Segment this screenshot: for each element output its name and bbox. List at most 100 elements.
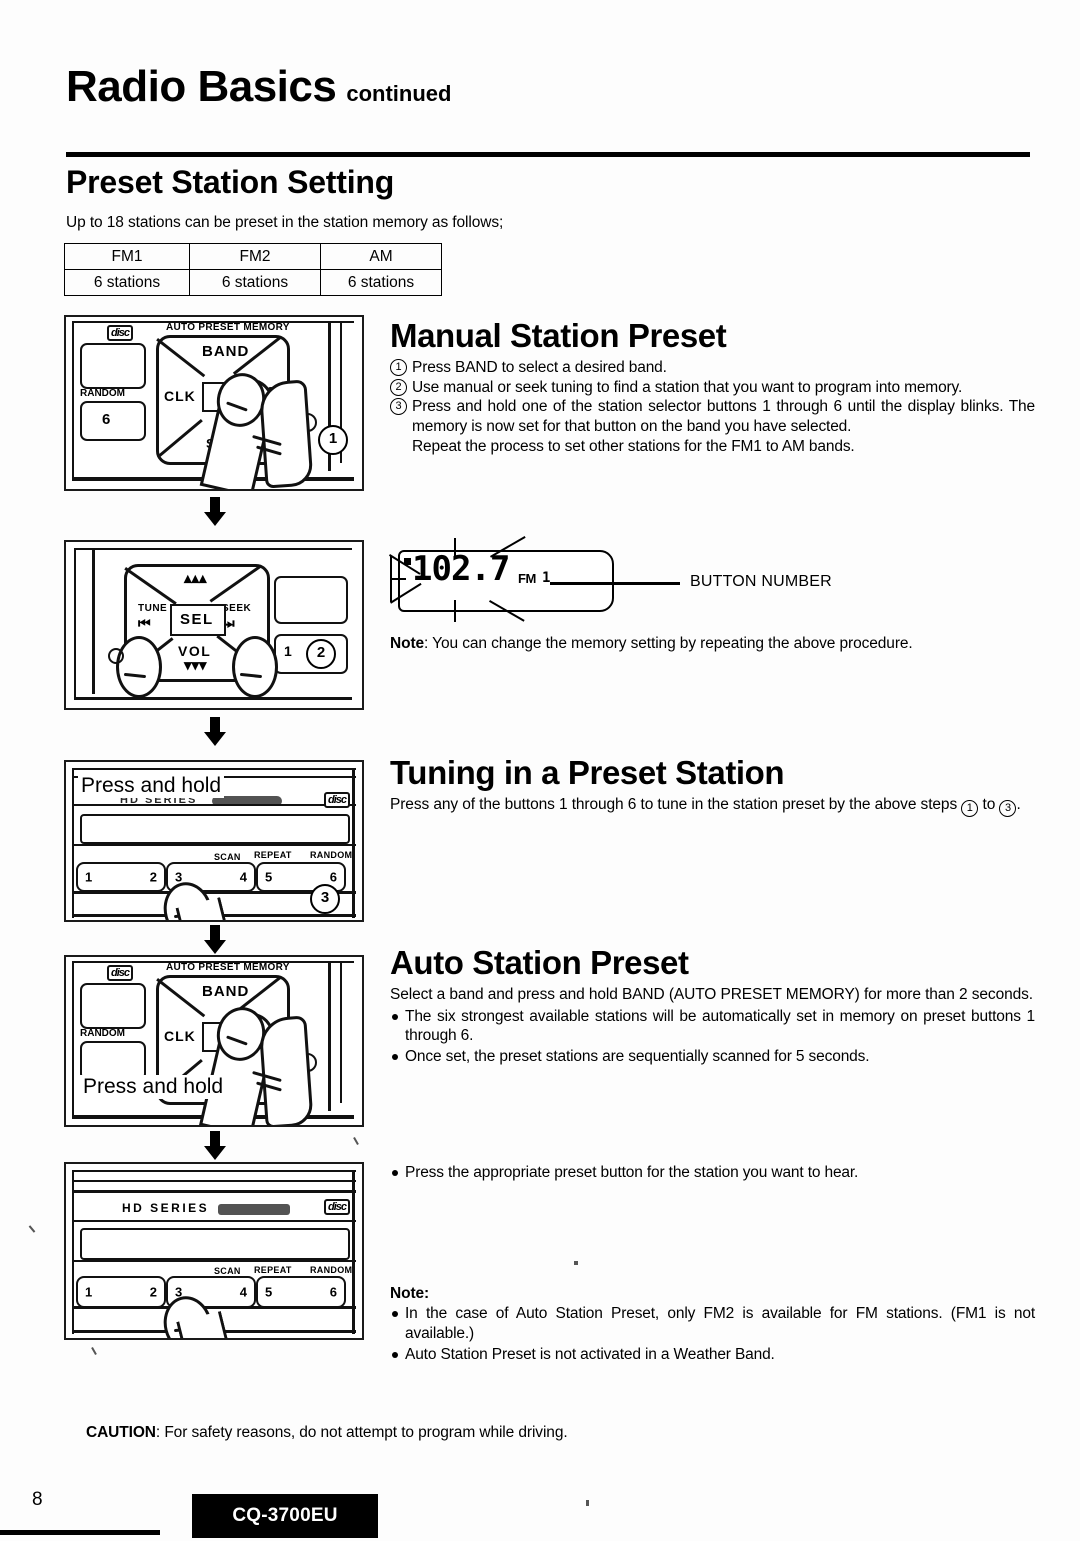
- table-header-am: AM: [320, 243, 442, 270]
- press-and-hold-label-4: Press and hold: [80, 1075, 227, 1099]
- random-label-3: RANDOM: [310, 850, 353, 860]
- auto-preset-after-bullets: Press the appropriate preset button for …: [390, 1163, 1035, 1183]
- clk-label-4: CLK: [164, 1028, 196, 1044]
- table-cell-am-stations: 6 stations: [320, 269, 442, 296]
- random-label-1: RANDOM: [80, 388, 125, 399]
- preset-key-pair-56-fig5[interactable]: 5 6: [256, 1276, 346, 1308]
- manual-preset-note: Note: You can change the memory setting …: [390, 634, 1035, 654]
- preset-key-1-label-fig5: 1: [85, 1284, 93, 1300]
- finger-right-fig2: [232, 636, 278, 698]
- tuning-step-to: 3: [999, 799, 1017, 817]
- band-capacity-table: FM1 FM2 AM 6 stations 6 stations 6 stati…: [64, 243, 442, 296]
- auto-note-bullet-2: Auto Station Preset is not activated in …: [390, 1345, 1035, 1365]
- radio-faceplate-5: HD SERIES disc SCAN REPEAT RANDOM 1 2 3 …: [66, 1164, 362, 1338]
- preset-key-1-label: 1: [85, 869, 93, 885]
- tuning-text-b: to: [978, 795, 1000, 813]
- random-label-4: RANDOM: [80, 1028, 125, 1039]
- radio-faceplate-1: disc RANDOM 6 AUTO PRESET MEMORY BAND CL…: [66, 317, 362, 489]
- auto-preset-heading: Auto Station Preset: [390, 944, 689, 981]
- manual-note-label: Note: [390, 635, 425, 652]
- sel-label: SEL: [180, 611, 214, 628]
- repeat-label-3: REPEAT: [254, 850, 292, 860]
- preset-key-4-label-fig5: 4: [239, 1284, 247, 1300]
- table-cell-fm2-stations: 6 stations: [189, 269, 321, 296]
- radio-faceplate-2: TUNE ⏮ SEEK ⏭ SEL VOL ▴▴▴ ▾▾▾ 1 2: [66, 542, 362, 708]
- radio-faceplate-4: disc RANDOM AUTO PRESET MEMORY BAND CLK …: [66, 957, 362, 1125]
- auto-note-bullets: In the case of Auto Station Preset, only…: [390, 1304, 1035, 1365]
- step-badge-1: 1: [318, 425, 348, 455]
- rocker-down-icon: ▾▾▾: [184, 657, 207, 674]
- finger-left-fig2: [116, 636, 162, 698]
- manual-preset-step-2: 2 Use manual or seek tuning to find a st…: [390, 378, 1035, 398]
- table-row-headers: FM1 FM2 AM: [64, 243, 442, 270]
- thumb-illustration-1: [258, 379, 314, 489]
- preset-1-label-fig2: 1: [284, 643, 292, 659]
- tuning-step-from: 1: [961, 799, 979, 817]
- preset-key-2-label-fig5: 2: [149, 1284, 157, 1300]
- caution-text: : For safety reasons, do not attempt to …: [155, 1424, 568, 1441]
- manual-preset-step-1: 1 Press BAND to select a desired band.: [390, 358, 1035, 378]
- vol-label: VOL: [178, 643, 212, 659]
- table-header-fm2: FM2: [189, 243, 321, 270]
- tuning-text-c: .: [1016, 795, 1021, 813]
- preset-6-label: 6: [102, 411, 111, 428]
- preset-key-6-label-fig5: 6: [329, 1284, 337, 1300]
- preset-key-pair-12[interactable]: 1 2: [76, 862, 166, 892]
- table-row-values: 6 stations 6 stations 6 stations: [64, 269, 442, 296]
- auto-note-label: Note:: [390, 1285, 430, 1302]
- figure-tune-seek: TUNE ⏮ SEEK ⏭ SEL VOL ▴▴▴ ▾▾▾ 1 2: [64, 540, 364, 710]
- caution-label: CAUTION: [86, 1424, 156, 1441]
- manual-note-text: : You can change the memory setting by r…: [424, 635, 913, 652]
- caution-note: CAUTION: For safety reasons, do not atte…: [86, 1424, 568, 1442]
- disc-icon-4: disc: [107, 965, 134, 981]
- disc-icon-3: disc: [324, 792, 351, 808]
- manual-preset-repeat-line: Repeat the process to set other stations…: [412, 438, 855, 456]
- document-page: Radio Basics continued Preset Station Set…: [0, 0, 1080, 1541]
- auto-preset-bullet-2: Once set, the preset stations are sequen…: [390, 1047, 1035, 1067]
- margin-speck-mid: [353, 1137, 359, 1145]
- lcd-band-indicator: FM: [518, 571, 536, 586]
- model-badge: CQ-3700EU: [192, 1494, 378, 1538]
- scan-label-3: SCAN: [214, 852, 241, 862]
- auto-preset-bullet-3: Press the appropriate preset button for …: [390, 1163, 1035, 1183]
- lcd-frequency: 102.7: [412, 549, 510, 589]
- manual-preset-heading: Manual Station Preset: [390, 317, 727, 354]
- tuning-text-a: Press any of the buttons 1 through 6 to …: [390, 795, 962, 813]
- footer-rule: [0, 1530, 160, 1535]
- manual-preset-steps: 1 Press BAND to select a desired band. 2…: [390, 358, 1035, 458]
- auto-preset-section: Auto Station Preset Select a band and pr…: [390, 945, 1035, 1068]
- button-number-callout-label: BUTTON NUMBER: [690, 573, 832, 590]
- clk-label-1: CLK: [164, 388, 196, 404]
- page-number: 8: [32, 1489, 43, 1510]
- step-badge-3: 3: [310, 884, 340, 914]
- step-number-2: 2: [390, 378, 407, 396]
- intro-text: Up to 18 stations can be preset in the s…: [66, 214, 504, 231]
- section-title: Preset Station Setting: [66, 164, 395, 200]
- step-number-3: 3: [390, 398, 407, 416]
- auto-preset-intro: Select a band and press and hold BAND (A…: [390, 985, 1034, 1003]
- flow-arrow-1: [204, 497, 226, 527]
- band-label-1: BAND: [202, 343, 250, 360]
- figure-preset-keys: HD SERIES disc SCAN REPEAT RANDOM 1 2 3 …: [64, 1162, 364, 1340]
- lcd-callout: 102.7 FM 1 BUTTON NUMBER: [388, 536, 1035, 628]
- tune-prev-icon: ⏮: [138, 615, 151, 631]
- auto-preset-memory-label-1: AUTO PRESET MEMORY: [166, 322, 290, 333]
- table-header-fm1: FM1: [64, 243, 190, 270]
- rocker-up-icon: ▴▴▴: [184, 570, 207, 587]
- page-title: Radio Basics continued: [66, 62, 451, 112]
- random-label-5: RANDOM: [310, 1265, 353, 1275]
- auto-note-bullet-1: In the case of Auto Station Preset, only…: [390, 1304, 1035, 1344]
- chapter-title-continued: continued: [346, 81, 452, 106]
- preset-key-5-label-fig5: 5: [265, 1284, 273, 1300]
- step-text-2: Use manual or seek tuning to find a stat…: [412, 378, 963, 396]
- disc-icon: disc: [107, 325, 134, 341]
- auto-preset-bullets: The six strongest available stations wil…: [390, 1007, 1035, 1068]
- step-text-1: Press BAND to select a desired band.: [412, 358, 667, 376]
- auto-preset-bullet-1: The six strongest available stations wil…: [390, 1007, 1035, 1047]
- preset-key-pair-12-fig5[interactable]: 1 2: [76, 1276, 166, 1308]
- radio-faceplate-3: Press and hold HD SERIES disc SCAN REPEA…: [66, 762, 362, 920]
- table-cell-fm1-stations: 6 stations: [64, 269, 190, 296]
- step-number-1: 1: [390, 358, 407, 376]
- header-divider: [66, 152, 1030, 157]
- preset-key-5-label: 5: [265, 869, 273, 885]
